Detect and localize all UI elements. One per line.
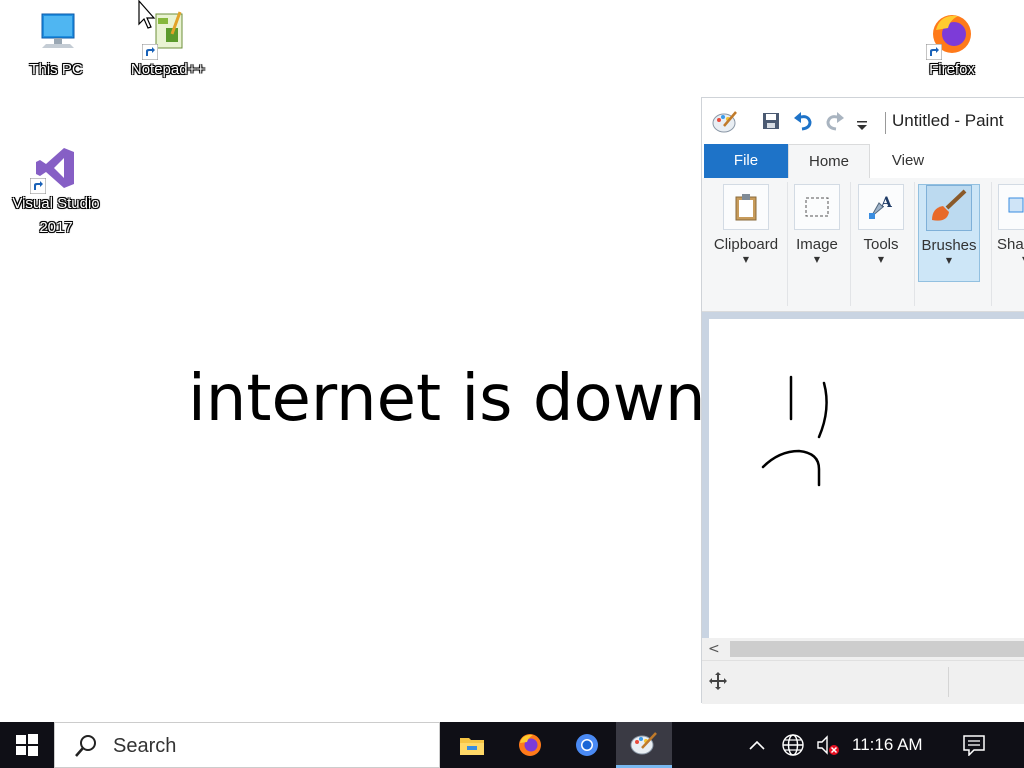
show-hidden-icons-icon[interactable] — [744, 722, 770, 768]
ribbon-group-image[interactable]: Image ▼ — [782, 184, 852, 278]
volume-muted-icon[interactable] — [812, 722, 844, 768]
mouse-cursor-icon — [138, 0, 156, 29]
shortcut-arrow-icon — [142, 44, 158, 60]
taskbar-search-box[interactable]: Search — [54, 722, 440, 768]
desktop-icon-label-line1: Visual Studio — [12, 195, 100, 212]
computer-icon — [32, 10, 80, 58]
status-bar — [702, 660, 1024, 704]
chevron-down-icon: ▼ — [945, 256, 953, 265]
taskbar-chrome[interactable] — [559, 722, 615, 768]
scrollbar-thumb[interactable] — [730, 641, 1024, 657]
paint-window[interactable]: Untitled - Paint File Home View Clipboar… — [701, 97, 1024, 704]
chevron-down-icon: ▼ — [742, 255, 750, 264]
ribbon-group-clipboard[interactable]: Clipboard ▼ — [711, 184, 781, 278]
desktop-icon-firefox[interactable]: Firefox — [902, 10, 1002, 82]
desktop-icon-label: This PC — [29, 61, 83, 78]
ribbon-group-label: Shap — [997, 236, 1024, 253]
clipboard-icon — [723, 184, 769, 230]
select-icon — [794, 184, 840, 230]
svg-text:A: A — [880, 195, 893, 211]
chevron-down-icon: ▼ — [877, 255, 885, 264]
move-cursor-icon — [708, 671, 728, 695]
search-icon — [73, 733, 99, 763]
taskbar-firefox[interactable] — [502, 722, 558, 768]
taskbar-clock[interactable]: 11:16 AM — [852, 735, 923, 755]
status-divider — [948, 667, 949, 697]
customize-dropdown-icon[interactable] — [856, 116, 868, 135]
paint-app-icon[interactable] — [712, 110, 738, 138]
group-divider — [914, 182, 915, 306]
firefox-icon — [926, 10, 976, 60]
ribbon-group-label: Clipboard — [713, 236, 779, 253]
tab-file[interactable]: File — [704, 144, 788, 178]
desktop-icon-label: Visual Studio 2017 — [6, 192, 106, 240]
horizontal-scrollbar[interactable]: < — [702, 638, 1024, 660]
visual-studio-icon — [30, 144, 80, 194]
desktop-icon-notepad-plus-plus[interactable]: Notepad++ — [118, 10, 218, 82]
taskbar-paint[interactable] — [616, 722, 672, 768]
scroll-left-icon[interactable]: < — [708, 638, 720, 660]
tools-icon: A — [858, 184, 904, 230]
shortcut-arrow-icon — [926, 44, 942, 60]
ribbon-group-label: Image — [796, 236, 838, 253]
redo-icon[interactable] — [824, 110, 846, 136]
brush-icon — [926, 185, 972, 231]
group-divider — [991, 182, 992, 306]
taskbar: Search 11:16 AM — [0, 722, 1024, 768]
ribbon-group-shapes[interactable]: Shap ▼ — [994, 184, 1024, 278]
network-globe-icon[interactable] — [778, 722, 808, 768]
chrome-icon — [576, 734, 598, 756]
title-separator — [885, 112, 886, 134]
ribbon-group-label: Tools — [863, 236, 899, 253]
desktop-icon-label: Notepad++ — [130, 61, 206, 78]
desktop-icon-label-line2: 2017 — [39, 219, 73, 236]
ribbon-group-tools[interactable]: A Tools ▼ — [847, 184, 915, 278]
desktop-icon-label: Firefox — [929, 61, 975, 78]
ribbon-tabs: File Home View — [702, 144, 1024, 178]
tab-view[interactable]: View — [870, 144, 946, 178]
file-explorer-icon — [460, 738, 484, 755]
windows-logo-icon — [16, 734, 38, 756]
taskbar-file-explorer[interactable] — [444, 722, 500, 768]
shortcut-arrow-icon — [30, 178, 46, 194]
paint-icon — [630, 731, 657, 754]
canvas-area — [702, 312, 1024, 638]
undo-icon[interactable] — [792, 110, 814, 136]
title-bar[interactable]: Untitled - Paint — [702, 98, 1024, 144]
firefox-icon — [519, 734, 541, 756]
search-placeholder: Search — [113, 735, 177, 757]
action-center-icon[interactable] — [956, 722, 992, 768]
desktop-icon-visual-studio[interactable]: Visual Studio 2017 — [6, 144, 106, 240]
tab-home[interactable]: Home — [788, 144, 870, 178]
save-icon[interactable] — [762, 112, 780, 134]
chevron-down-icon: ▼ — [813, 255, 821, 264]
ribbon-group-brushes[interactable]: Brushes ▼ — [918, 184, 980, 282]
window-title: Untitled - Paint — [892, 111, 1004, 130]
drawing-canvas[interactable] — [709, 319, 1024, 638]
shapes-icon — [998, 184, 1024, 230]
ribbon-group-label: Brushes — [921, 237, 977, 254]
desktop-icon-this-pc[interactable]: This PC — [6, 10, 106, 82]
sad-face-drawing — [761, 375, 828, 487]
start-button[interactable] — [0, 722, 54, 768]
ribbon-home: Clipboard ▼ Image ▼ A Tools ▼ Brushes ▼ … — [702, 178, 1024, 312]
desktop-message-text: internet is down — [188, 362, 706, 436]
